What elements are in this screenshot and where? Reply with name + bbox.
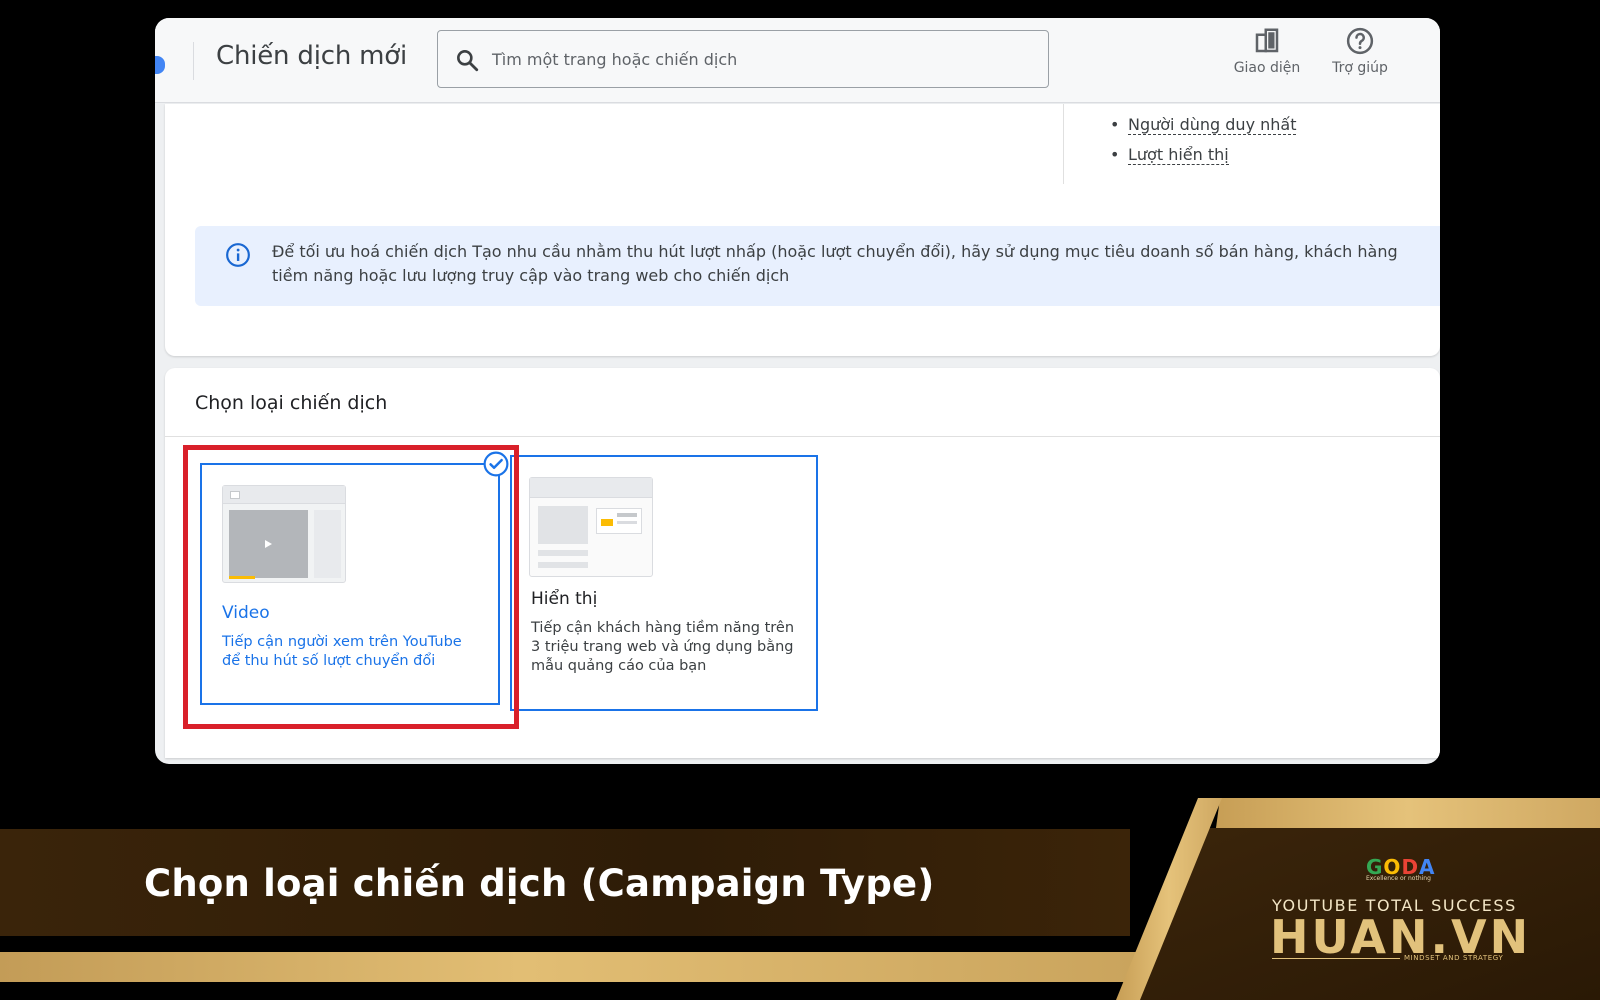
campaign-type-title: Video <box>222 603 270 623</box>
appearance-button[interactable]: Giao diện <box>1227 26 1307 76</box>
list-item: • Lượt hiển thị <box>1110 145 1229 165</box>
help-label: Trợ giúp <box>1332 60 1388 76</box>
section-divider <box>165 436 1440 437</box>
screenshot-card: Chiến dịch mới Tìm một trang hoặc chiến … <box>155 18 1440 764</box>
campaign-type-description: Tiếp cận người xem trên YouTube để thu h… <box>222 634 462 669</box>
campaign-type-display-card[interactable]: Hiển thị Tiếp cận khách hàng tiềm năng t… <box>510 455 818 711</box>
gold-strip <box>0 952 1160 982</box>
metric-impressions-link[interactable]: Lượt hiển thị <box>1128 145 1229 165</box>
video-thumbnail-icon <box>222 485 346 583</box>
metric-unique-users-link[interactable]: Người dùng duy nhất <box>1128 115 1297 135</box>
campaign-type-section: Chọn loại chiến dịch Video Tiếp cận ngườ… <box>165 368 1440 758</box>
campaign-type-video-card[interactable]: Video Tiếp cận người xem trên YouTube để… <box>200 463 500 705</box>
goda-tagline: Excellence or nothing <box>1366 875 1431 882</box>
info-icon <box>226 243 250 267</box>
brand-rule <box>1272 958 1400 959</box>
page-title: Chiến dịch mới <box>216 41 408 71</box>
help-icon <box>1346 27 1374 55</box>
section-title: Chọn loại chiến dịch <box>195 392 388 414</box>
appearance-label: Giao diện <box>1233 60 1301 76</box>
search-input[interactable]: Tìm một trang hoặc chiến dịch <box>437 30 1049 88</box>
metrics-list: • Người dùng duy nhất • Lượt hiển thị <box>1110 110 1297 170</box>
search-placeholder: Tìm một trang hoặc chiến dịch <box>492 50 738 69</box>
ads-logo-icon <box>155 56 165 74</box>
appearance-icon <box>1255 28 1279 53</box>
banner-caption: Chọn loại chiến dịch (Campaign Type) <box>144 862 935 905</box>
campaign-type-title: Hiển thị <box>531 589 598 609</box>
goal-section: • Người dùng duy nhất • Lượt hiển thị Để t… <box>165 104 1440 356</box>
info-banner: Để tối ưu hoá chiến dịch Tạo nhu cầu nhằ… <box>195 226 1440 306</box>
search-icon <box>457 50 479 72</box>
selected-check-icon <box>483 451 509 477</box>
list-item: • Người dùng duy nhất <box>1110 115 1297 135</box>
brand-line-3: MINDSET AND STRATEGY <box>1404 954 1504 962</box>
info-banner-text: Để tối ưu hoá chiến dịch Tạo nhu cầu nhằ… <box>272 242 1398 285</box>
play-icon <box>265 540 272 548</box>
help-button[interactable]: Trợ giúp <box>1320 26 1400 76</box>
top-app-bar: Chiến dịch mới Tìm một trang hoặc chiến … <box>155 18 1440 103</box>
campaign-type-description: Tiếp cận khách hàng tiềm năng trên 3 tri… <box>531 620 795 674</box>
column-divider <box>1063 104 1064 184</box>
display-thumbnail-icon <box>529 477 653 577</box>
header-divider <box>193 42 194 80</box>
